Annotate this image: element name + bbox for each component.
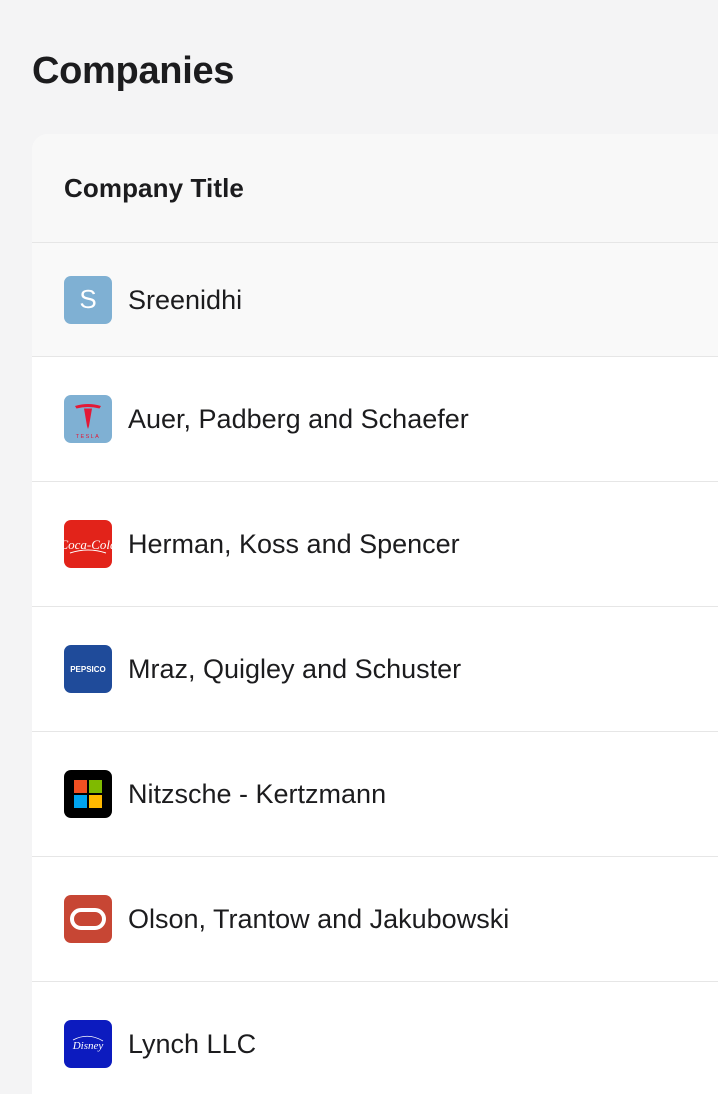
coca-cola-logo-icon: Coca-Cola — [64, 520, 112, 568]
company-name[interactable]: Auer, Padberg and Schaefer — [128, 403, 469, 435]
table-row[interactable]: S Sreenidhi — [32, 243, 718, 357]
company-name[interactable]: Mraz, Quigley and Schuster — [128, 653, 461, 685]
svg-text:Disney: Disney — [72, 1040, 104, 1052]
initial-avatar-icon: S — [64, 275, 112, 324]
disney-logo-icon: Disney — [64, 1020, 112, 1068]
svg-text:TESLA: TESLA — [76, 434, 100, 440]
table-row[interactable]: TESLA Auer, Padberg and Schaefer — [32, 357, 718, 482]
page-title: Companies — [32, 50, 235, 92]
column-header-company-title[interactable]: Company Title — [64, 173, 244, 204]
avatar-initial: S — [79, 284, 97, 314]
table-row[interactable]: Coca-Cola Herman, Koss and Spencer — [32, 482, 718, 607]
tesla-logo-icon: TESLA — [64, 395, 112, 443]
table-row[interactable]: Olson, Trantow and Jakubowski — [32, 857, 718, 982]
svg-text:PEPSICO: PEPSICO — [70, 665, 106, 674]
pepsico-logo-icon: PEPSICO — [64, 645, 112, 693]
table-row[interactable]: Disney Lynch LLC — [32, 982, 718, 1094]
company-name[interactable]: Lynch LLC — [128, 1028, 256, 1060]
table-row[interactable]: PEPSICO Mraz, Quigley and Schuster — [32, 607, 718, 732]
company-name[interactable]: Sreenidhi — [128, 284, 242, 316]
table-row[interactable]: Nitzsche - Kertzmann — [32, 732, 718, 857]
company-name[interactable]: Nitzsche - Kertzmann — [128, 778, 386, 810]
companies-table: Company Title S Sreenidhi TESLA Auer, Pa… — [32, 134, 718, 1094]
company-name[interactable]: Herman, Koss and Spencer — [128, 528, 460, 560]
table-header: Company Title — [32, 134, 718, 243]
microsoft-logo-icon — [64, 770, 112, 818]
company-name[interactable]: Olson, Trantow and Jakubowski — [128, 903, 509, 935]
oracle-logo-icon — [64, 895, 112, 943]
